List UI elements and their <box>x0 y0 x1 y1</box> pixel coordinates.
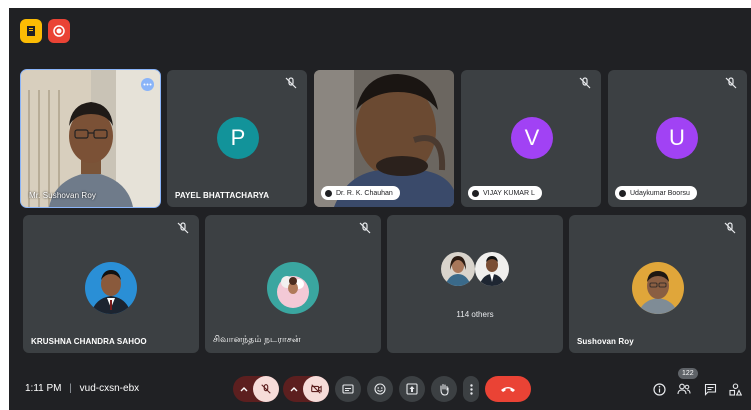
hang-up-icon <box>501 387 515 392</box>
profile-photo <box>632 262 684 314</box>
present-screen-button[interactable] <box>399 376 425 402</box>
more-options-icon[interactable] <box>141 78 154 91</box>
participant-name: VIJAY KUMAR L <box>483 189 535 197</box>
participant-name: Dr. R. K. Chauhan <box>336 189 393 197</box>
others-count-label: 114 others <box>456 310 494 319</box>
mic-off-icon <box>579 77 591 89</box>
participant-name: சிவானந்தம் நடராசன் <box>213 334 301 344</box>
chat-icon <box>704 383 716 396</box>
avatar: P <box>217 117 259 159</box>
camera-options-button[interactable] <box>286 376 302 402</box>
meeting-info: 1:11 PM | vud-cxsn-ebx <box>25 383 139 394</box>
participant-tile[interactable]: V VIJAY KUMAR L <box>461 70 601 207</box>
separator: | <box>69 383 72 394</box>
participant-name-pill: Udaykumar Boorsu <box>615 186 697 200</box>
mic-off-icon <box>285 77 297 89</box>
participant-tile[interactable]: சிவானந்தம் நடராசன் <box>205 215 381 353</box>
camera-off-icon <box>311 384 322 394</box>
others-tile[interactable]: 114 others <box>387 215 563 353</box>
speaker-icon <box>619 189 626 197</box>
mic-off-icon <box>261 384 271 394</box>
mic-off-icon <box>725 77 737 89</box>
participant-tile[interactable]: U Udaykumar Boorsu <box>608 70 747 207</box>
participant-name: Udaykumar Boorsu <box>630 189 690 197</box>
participant-name: Sushovan Roy <box>577 337 634 346</box>
raise-hand-button[interactable] <box>431 376 457 402</box>
emoji-icon <box>374 383 386 395</box>
profile-photo <box>441 252 475 286</box>
bottom-bar: 1:11 PM | vud-cxsn-ebx 122 <box>9 368 751 410</box>
activities-button[interactable] <box>726 380 744 398</box>
participant-name-pill: Dr. R. K. Chauhan <box>321 186 400 200</box>
mic-off-icon <box>177 222 189 234</box>
meeting-details-button[interactable] <box>650 380 668 398</box>
avatar: V <box>511 117 553 159</box>
mic-control-group <box>233 376 279 402</box>
people-icon <box>677 383 691 395</box>
reactions-button[interactable] <box>367 376 393 402</box>
notes-icon <box>27 26 35 36</box>
recording-button[interactable] <box>48 19 70 43</box>
speaker-icon <box>325 189 332 197</box>
people-button[interactable]: 122 <box>675 368 698 398</box>
participant-tile[interactable]: Dr. R. K. Chauhan <box>314 70 454 207</box>
profile-photo <box>475 252 509 286</box>
participant-tile[interactable]: KRUSHNA CHANDRA SAHOO <box>23 215 199 353</box>
activities-icon <box>728 382 742 396</box>
info-icon <box>652 382 666 396</box>
participant-name: Mr. Sushovan Roy <box>29 191 96 200</box>
mic-toggle-button[interactable] <box>253 376 279 402</box>
mic-off-icon <box>724 222 736 234</box>
clock-time: 1:11 PM <box>25 383 62 394</box>
participant-name: KRUSHNA CHANDRA SAHOO <box>31 337 147 346</box>
present-icon <box>406 383 418 395</box>
participant-name: PAYEL BHATTACHARYA <box>175 191 270 200</box>
more-vert-icon <box>469 383 473 395</box>
mic-options-button[interactable] <box>236 376 252 402</box>
leave-call-button[interactable] <box>485 376 531 402</box>
participant-tile[interactable]: P PAYEL BHATTACHARYA <box>167 70 307 207</box>
camera-toggle-button[interactable] <box>303 376 329 402</box>
notes-button[interactable] <box>20 19 42 43</box>
captions-button[interactable] <box>335 376 361 402</box>
participant-name-pill: VIJAY KUMAR L <box>468 186 542 200</box>
profile-photo <box>267 262 319 314</box>
meeting-code[interactable]: vud-cxsn-ebx <box>80 383 139 394</box>
more-options-button[interactable] <box>463 376 479 402</box>
camera-control-group <box>283 376 329 402</box>
chat-button[interactable] <box>701 380 719 398</box>
participant-tile[interactable]: Sushovan Roy <box>569 215 746 353</box>
participant-tile[interactable]: Mr. Sushovan Roy <box>20 69 161 208</box>
chevron-up-icon <box>290 387 298 392</box>
avatar: U <box>656 117 698 159</box>
mic-off-icon <box>359 222 371 234</box>
captions-icon <box>342 384 354 394</box>
profile-photo <box>85 262 137 314</box>
hand-icon <box>440 383 449 396</box>
chevron-up-icon <box>240 387 248 392</box>
participants-count-badge: 122 <box>678 368 698 379</box>
speaker-icon <box>472 189 479 197</box>
meeting-stage: Mr. Sushovan Roy P PAYEL BHATTACHARYA Dr… <box>9 8 751 410</box>
record-icon <box>53 25 65 37</box>
participant-video <box>21 70 160 207</box>
